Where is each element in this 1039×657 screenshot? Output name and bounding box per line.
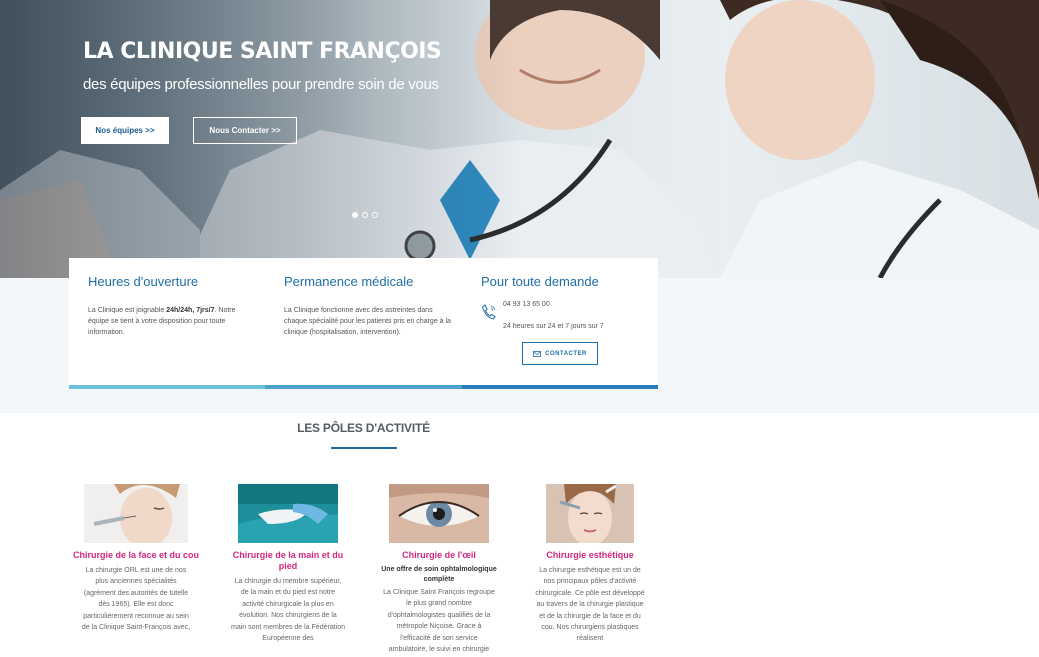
info-card: Heures d'ouverture La Clinique est joign… bbox=[69, 258, 658, 389]
pole-card-hand[interactable]: Chirurgie de la main et du pied La chiru… bbox=[223, 484, 353, 644]
pole-image-aesthetic bbox=[546, 484, 634, 543]
pole-image-face bbox=[84, 484, 188, 543]
medical-permanence-column: Permanence médicale La Clinique fonction… bbox=[284, 274, 454, 338]
pole-title[interactable]: Chirurgie de la main et du pied bbox=[223, 550, 353, 572]
pole-image-eye bbox=[389, 484, 489, 543]
contact-button[interactable]: CONTACTER bbox=[522, 342, 598, 365]
phone-icon bbox=[481, 304, 496, 320]
pole-description: La chirurgie esthétique est un de nos pr… bbox=[535, 567, 645, 643]
slider-dots bbox=[352, 212, 378, 218]
pole-card-eye[interactable]: Chirurgie de l'œil Une offre de soin oph… bbox=[374, 484, 504, 655]
availability-text: 24 heures sur 24 et 7 jours sur 7 bbox=[503, 323, 604, 330]
card-color-bar bbox=[69, 385, 658, 389]
phone-number[interactable]: 04 93 13 65 00 bbox=[503, 299, 604, 310]
pole-lead: Une offre de soin ophtalmologique complè… bbox=[381, 566, 497, 583]
request-column: Pour toute demande 04 93 13 65 00 24 heu… bbox=[481, 274, 651, 365]
request-title: Pour toute demande bbox=[481, 274, 599, 289]
section-underline bbox=[331, 447, 397, 449]
contact-us-button[interactable]: Nous Contacter >> bbox=[193, 117, 297, 144]
medical-permanence-text: La Clinique fonctionne avec des astreint… bbox=[284, 307, 451, 336]
opening-hours-title: Heures d'ouverture bbox=[88, 274, 199, 289]
pole-title[interactable]: Chirurgie de l'œil bbox=[374, 550, 504, 561]
slider-dot-3[interactable] bbox=[372, 212, 378, 218]
color-bar-segment bbox=[69, 385, 266, 389]
pole-card-face[interactable]: Chirurgie de la face et du cou La chirur… bbox=[71, 484, 201, 633]
contact-button-label: CONTACTER bbox=[545, 350, 587, 357]
section-title: LES PÔLES D'ACTIVITÉ bbox=[297, 421, 430, 435]
pole-image-hand bbox=[238, 484, 338, 543]
pole-description: La chirurgie ORL est une de nos plus anc… bbox=[81, 567, 191, 632]
color-bar-segment bbox=[461, 385, 658, 389]
medical-permanence-title: Permanence médicale bbox=[284, 274, 414, 289]
teams-button[interactable]: Nos équipes >> bbox=[81, 117, 169, 144]
envelope-icon bbox=[533, 350, 542, 357]
hero-slider: LA CLINIQUE SAINT FRANÇOIS des équipes p… bbox=[0, 0, 1039, 278]
pole-title[interactable]: Chirurgie esthétique bbox=[525, 550, 655, 561]
slider-dot-1[interactable] bbox=[352, 212, 358, 218]
pole-description: La chirurgie du membre supérieur, de la … bbox=[231, 578, 345, 643]
pole-title[interactable]: Chirurgie de la face et du cou bbox=[71, 550, 201, 561]
pole-card-aesthetic[interactable]: Chirurgie esthétique La chirurgie esthét… bbox=[525, 484, 655, 645]
pole-description: La Clinique Saint François regroupe le p… bbox=[383, 589, 495, 654]
opening-hours-column: Heures d'ouverture La Clinique est joign… bbox=[88, 274, 258, 338]
opening-hours-text: La Clinique est joignable 24h/24h, 7jrs/… bbox=[88, 307, 236, 336]
hero-subtitle: des équipes professionnelles pour prendr… bbox=[83, 76, 439, 93]
color-bar-segment bbox=[265, 385, 462, 389]
hero-title: LA CLINIQUE SAINT FRANÇOIS bbox=[83, 39, 442, 64]
slider-dot-2[interactable] bbox=[362, 212, 368, 218]
